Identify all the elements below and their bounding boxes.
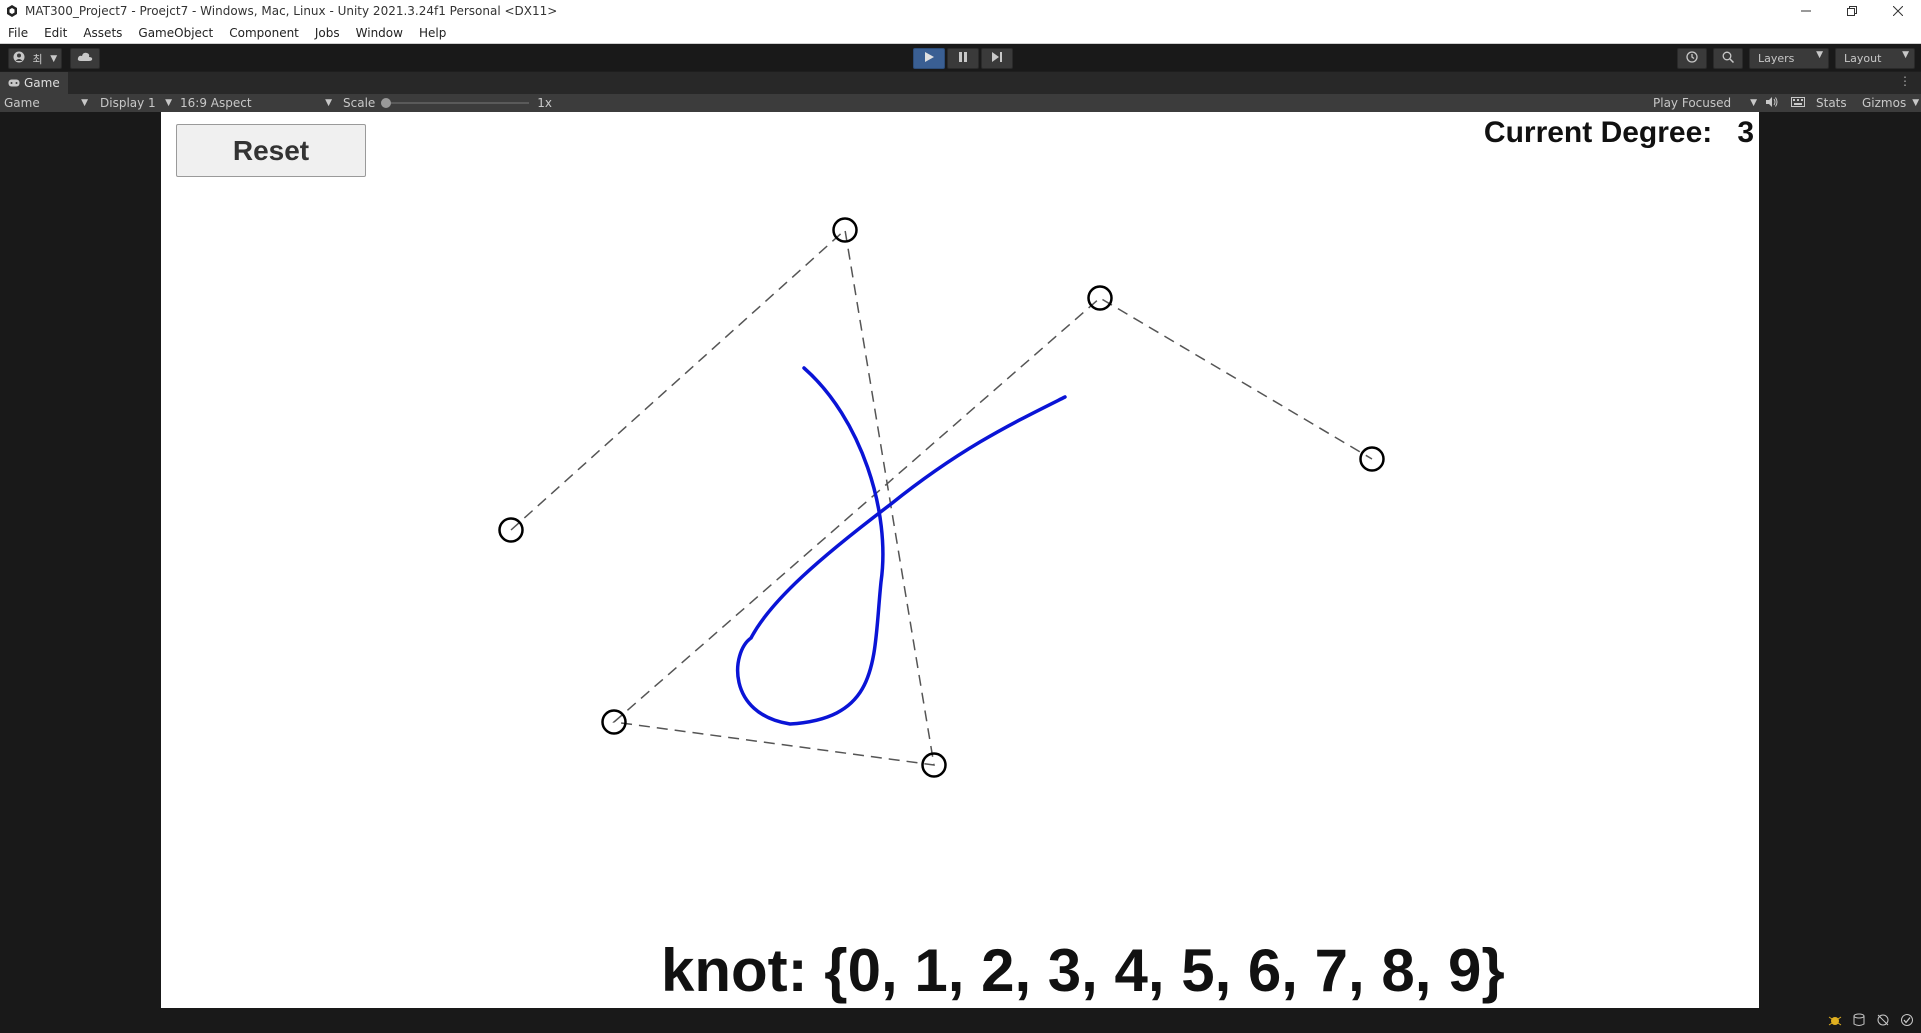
network-off-icon[interactable] xyxy=(1875,1012,1891,1028)
account-icon xyxy=(13,51,25,66)
current-degree: Current Degree: 3 xyxy=(1484,116,1754,150)
shortcuts-button[interactable] xyxy=(1791,94,1805,112)
control-polygon xyxy=(510,228,1373,766)
window-titlebar: MAT300_Project7 - Proejct7 - Windows, Ma… xyxy=(0,0,1921,22)
mute-audio-button[interactable] xyxy=(1766,94,1778,112)
scale-slider-thumb[interactable] xyxy=(381,98,392,108)
menu-file[interactable]: File xyxy=(0,26,36,40)
pause-icon xyxy=(958,52,968,65)
play-icon xyxy=(924,52,934,65)
status-bar xyxy=(0,1008,1921,1033)
keyboard-icon xyxy=(1791,96,1805,110)
menu-edit[interactable]: Edit xyxy=(36,26,75,40)
history-button[interactable] xyxy=(1677,48,1707,69)
stats-label: Stats xyxy=(1816,96,1847,110)
chevron-down-icon: ▼ xyxy=(81,98,88,108)
main-toolbar: 최 ▼ Layers ▼ Layout ▼ xyxy=(0,44,1921,71)
cloud-button[interactable] xyxy=(70,48,100,69)
tab-game[interactable]: Game xyxy=(0,72,68,94)
aspect-label: 16:9 Aspect xyxy=(180,96,252,110)
speaker-icon xyxy=(1766,96,1778,110)
chevron-down-icon: ▼ xyxy=(50,53,58,64)
menu-assets[interactable]: Assets xyxy=(75,26,130,40)
display-dropdown[interactable]: Display 1 ▼ xyxy=(100,94,172,112)
game-view-toolbar: Game ▼ Display 1 ▼ 16:9 Aspect ▼ Scale 1… xyxy=(0,94,1921,112)
knot-vector-text: knot: {0, 1, 2, 3, 4, 5, 6, 7, 8, 9} xyxy=(661,937,1505,1004)
chevron-down-icon: ▼ xyxy=(1912,98,1920,108)
database-icon[interactable] xyxy=(1851,1012,1867,1028)
gizmos-dropdown[interactable]: Gizmos ▼ xyxy=(1862,94,1920,112)
scale-slider[interactable] xyxy=(381,98,530,108)
control-polygon-line xyxy=(510,228,1373,766)
bug-icon[interactable] xyxy=(1827,1012,1843,1028)
reset-button[interactable]: Reset xyxy=(176,124,366,177)
degree-value: 3 xyxy=(1737,116,1754,149)
layers-label: Layers xyxy=(1758,52,1795,65)
game-view[interactable]: Reset Current Degree: 3 knot: {0, 1, 2, … xyxy=(161,112,1759,1008)
control-points[interactable] xyxy=(498,217,1385,778)
view-mode-dropdown[interactable]: Game ▼ xyxy=(4,94,88,112)
scale-label: Scale xyxy=(343,96,376,110)
step-button[interactable] xyxy=(981,48,1013,69)
scale-value: 1x xyxy=(537,96,553,110)
chevron-down-icon: ▼ xyxy=(1750,98,1757,108)
layout-label: Layout xyxy=(1844,52,1882,65)
menu-window[interactable]: Window xyxy=(348,26,411,40)
chevron-down-icon: ▼ xyxy=(1902,50,1909,60)
account-initial: 최 xyxy=(32,52,43,66)
chevron-down-icon: ▼ xyxy=(1816,50,1823,60)
minimize-button[interactable] xyxy=(1783,0,1829,22)
step-icon xyxy=(991,52,1003,65)
menu-jobs[interactable]: Jobs xyxy=(307,26,348,40)
cloud-icon xyxy=(77,52,93,65)
chevron-down-icon: ▼ xyxy=(165,98,172,108)
menu-help[interactable]: Help xyxy=(411,26,454,40)
play-button[interactable] xyxy=(913,48,945,69)
menu-bar: File Edit Assets GameObject Component Jo… xyxy=(0,22,1921,44)
menu-gameobject[interactable]: GameObject xyxy=(130,26,221,40)
gizmos-label: Gizmos xyxy=(1862,96,1907,110)
control-point[interactable] xyxy=(832,217,858,243)
history-icon xyxy=(1686,51,1698,66)
scene-canvas[interactable] xyxy=(161,112,1759,1008)
status-icons xyxy=(1827,1012,1915,1028)
pause-button[interactable] xyxy=(947,48,979,69)
layout-dropdown[interactable]: Layout ▼ xyxy=(1835,48,1915,69)
panel-tabbar: Game ⋮ xyxy=(0,72,1921,94)
play-focused-dropdown[interactable]: Play Focused ▼ xyxy=(1653,94,1757,112)
control-point[interactable] xyxy=(1087,285,1113,311)
menu-component[interactable]: Component xyxy=(221,26,307,40)
close-button[interactable] xyxy=(1875,0,1921,22)
scale-control: Scale 1x xyxy=(343,94,552,112)
bspline-curve xyxy=(735,366,1067,726)
restore-button[interactable] xyxy=(1829,0,1875,22)
view-mode-label: Game xyxy=(4,96,40,110)
degree-label: Current Degree: xyxy=(1483,116,1713,149)
check-circle-icon[interactable] xyxy=(1899,1012,1915,1028)
search-button[interactable] xyxy=(1713,48,1743,69)
tab-game-label: Game xyxy=(24,76,60,90)
playmode-controls xyxy=(913,48,1013,69)
account-dropdown[interactable]: 최 ▼ xyxy=(8,48,62,69)
unity-logo-icon xyxy=(5,4,19,18)
layers-dropdown[interactable]: Layers ▼ xyxy=(1749,48,1829,69)
gamepad-icon xyxy=(8,76,20,90)
toolbar-right: Layers ▼ Layout ▼ xyxy=(1677,48,1915,69)
display-label: Display 1 xyxy=(100,96,156,110)
play-focused-label: Play Focused xyxy=(1653,96,1732,110)
aspect-dropdown[interactable]: 16:9 Aspect ▼ xyxy=(180,94,332,112)
search-icon xyxy=(1722,51,1735,66)
kebab-menu-icon[interactable]: ⋮ xyxy=(1899,74,1911,88)
window-title: MAT300_Project7 - Proejct7 - Windows, Ma… xyxy=(25,4,558,18)
stats-button[interactable]: Stats xyxy=(1816,94,1847,112)
chevron-down-icon: ▼ xyxy=(325,98,332,108)
